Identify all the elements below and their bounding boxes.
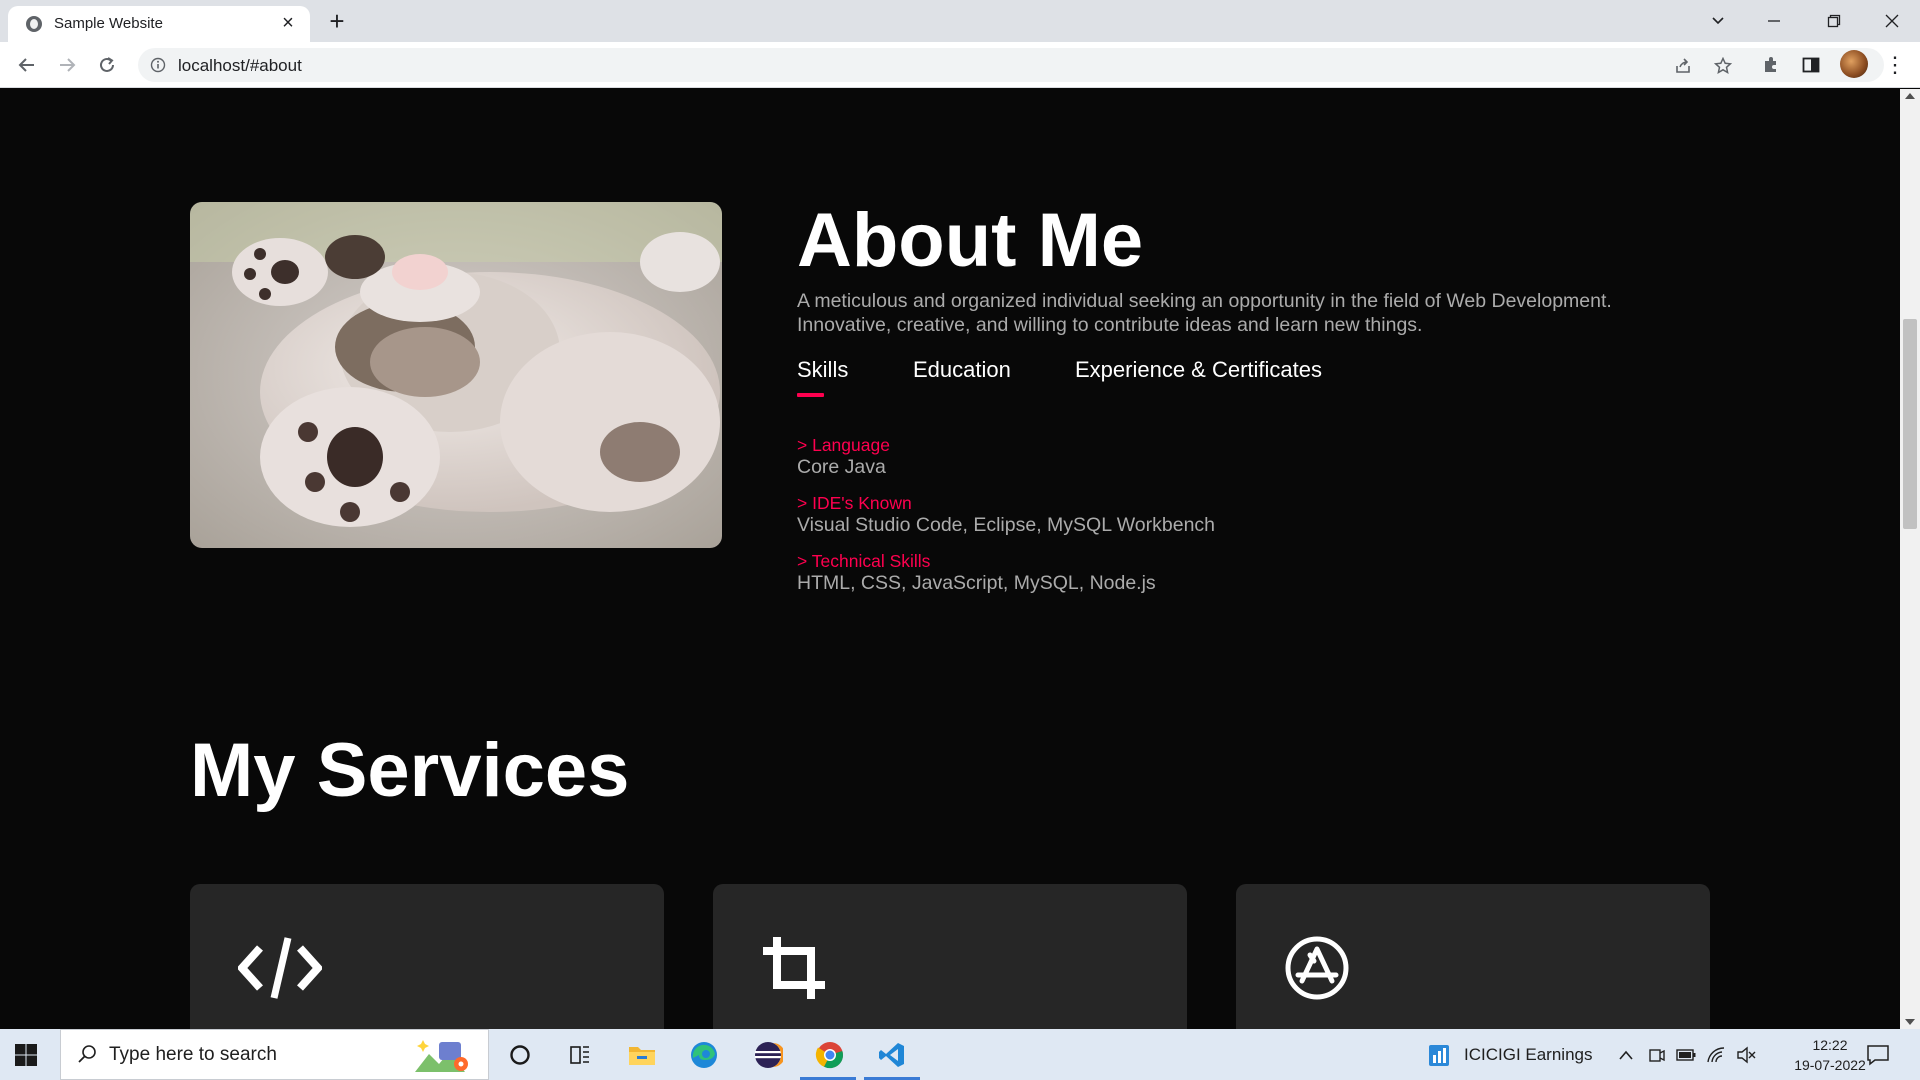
about-image [190, 202, 722, 548]
profile-avatar[interactable] [1840, 50, 1868, 78]
task-view-icon[interactable] [563, 1038, 597, 1072]
eclipse-icon[interactable] [751, 1038, 785, 1072]
news-ticker-text[interactable]: ICICIGI Earnings [1464, 1045, 1593, 1065]
bookmark-star-icon[interactable] [1714, 57, 1732, 75]
forward-button[interactable] [52, 50, 82, 80]
minimize-button[interactable] [1746, 0, 1802, 42]
service-card[interactable] [1236, 884, 1710, 1029]
chrome-menu-icon[interactable]: ⋮ [1884, 52, 1906, 78]
skill-value: Core Java [797, 456, 886, 478]
skills-list: > Language Core Java > IDE's Known Visua… [797, 435, 1215, 609]
kitten-photo [190, 202, 722, 548]
reload-button[interactable] [92, 50, 122, 80]
volume-muted-icon[interactable] [1736, 1045, 1756, 1065]
skill-heading: > Technical Skills [797, 551, 931, 571]
tab-education[interactable]: Education [913, 357, 1011, 383]
scroll-up-arrow-icon[interactable] [1905, 93, 1915, 99]
active-tab-underline [797, 393, 824, 397]
about-description-line: Innovative, creative, and willing to con… [797, 314, 1423, 336]
restore-button[interactable] [1806, 0, 1862, 42]
battery-icon[interactable] [1676, 1045, 1696, 1065]
notification-center-icon[interactable] [1866, 1043, 1890, 1067]
about-title: About Me [797, 198, 1144, 283]
back-button[interactable] [12, 50, 42, 80]
service-card[interactable] [190, 884, 664, 1029]
list-item: > Language Core Java [797, 435, 1215, 479]
search-highlight-icon [415, 1040, 468, 1072]
browser-tabstrip: Sample Website × + [0, 0, 1920, 42]
scrollbar-thumb[interactable] [1903, 319, 1917, 529]
windows-start-icon[interactable] [14, 1043, 38, 1067]
taskbar-search-input[interactable]: Type here to search [60, 1029, 489, 1080]
services-title: My Services [190, 728, 630, 813]
skill-value: Visual Studio Code, Eclipse, MySQL Workb… [797, 514, 1216, 536]
chrome-icon[interactable] [813, 1038, 847, 1072]
code-icon [238, 932, 322, 1004]
tab-skills[interactable]: Skills [797, 357, 848, 383]
browser-toolbar: localhost/#about ⋮ [0, 42, 1920, 88]
search-icon [78, 1045, 96, 1063]
vscode-icon[interactable] [875, 1038, 909, 1072]
info-icon[interactable] [150, 57, 166, 73]
taskbar-clock[interactable]: 12:22 19-07-2022 [1790, 1035, 1870, 1075]
list-item: > Technical Skills HTML, CSS, JavaScript… [797, 551, 1215, 595]
new-tab-button[interactable]: + [322, 6, 352, 36]
clock-date: 19-07-2022 [1794, 1057, 1866, 1073]
crop-icon [761, 932, 845, 1004]
meet-now-icon[interactable] [1646, 1045, 1666, 1065]
browser-tab[interactable]: Sample Website × [8, 6, 310, 42]
share-icon[interactable] [1674, 57, 1692, 75]
tab-title: Sample Website [54, 15, 163, 32]
about-description-line: A meticulous and organized individual se… [797, 290, 1612, 312]
side-panel-icon[interactable] [1800, 54, 1822, 76]
news-chart-icon[interactable] [1428, 1043, 1450, 1067]
chevron-up-icon[interactable] [1616, 1045, 1636, 1065]
close-window-button[interactable] [1864, 0, 1920, 42]
cortana-icon[interactable] [503, 1038, 537, 1072]
skill-value: HTML, CSS, JavaScript, MySQL, Node.js [797, 572, 1156, 594]
tab-close-icon[interactable]: × [278, 13, 298, 33]
page-scrollbar[interactable] [1900, 89, 1920, 1029]
skill-heading: > Language [797, 435, 890, 455]
windows-taskbar: Type here to search ICICIGI Earnings 12:… [0, 1029, 1920, 1080]
list-item: > IDE's Known Visual Studio Code, Eclips… [797, 493, 1215, 537]
file-explorer-icon[interactable] [625, 1038, 659, 1072]
url-text: localhost/#about [178, 56, 302, 75]
extensions-icon[interactable] [1760, 54, 1782, 76]
clock-time: 12:22 [1812, 1037, 1848, 1053]
tab-experience-certificates[interactable]: Experience & Certificates [1075, 357, 1322, 383]
search-placeholder: Type here to search [109, 1044, 277, 1065]
scroll-down-arrow-icon[interactable] [1905, 1019, 1915, 1025]
globe-icon [26, 16, 42, 32]
app-store-icon [1284, 932, 1368, 1004]
about-description: A meticulous and organized individual se… [797, 289, 1697, 337]
service-card[interactable] [713, 884, 1187, 1029]
skill-heading: > IDE's Known [797, 493, 912, 513]
page-viewport: About Me A meticulous and organized indi… [0, 89, 1900, 1029]
address-bar[interactable]: localhost/#about [138, 48, 1884, 82]
edge-icon[interactable] [687, 1038, 721, 1072]
wifi-icon[interactable] [1706, 1045, 1726, 1065]
tab-search-icon[interactable] [1690, 0, 1746, 42]
